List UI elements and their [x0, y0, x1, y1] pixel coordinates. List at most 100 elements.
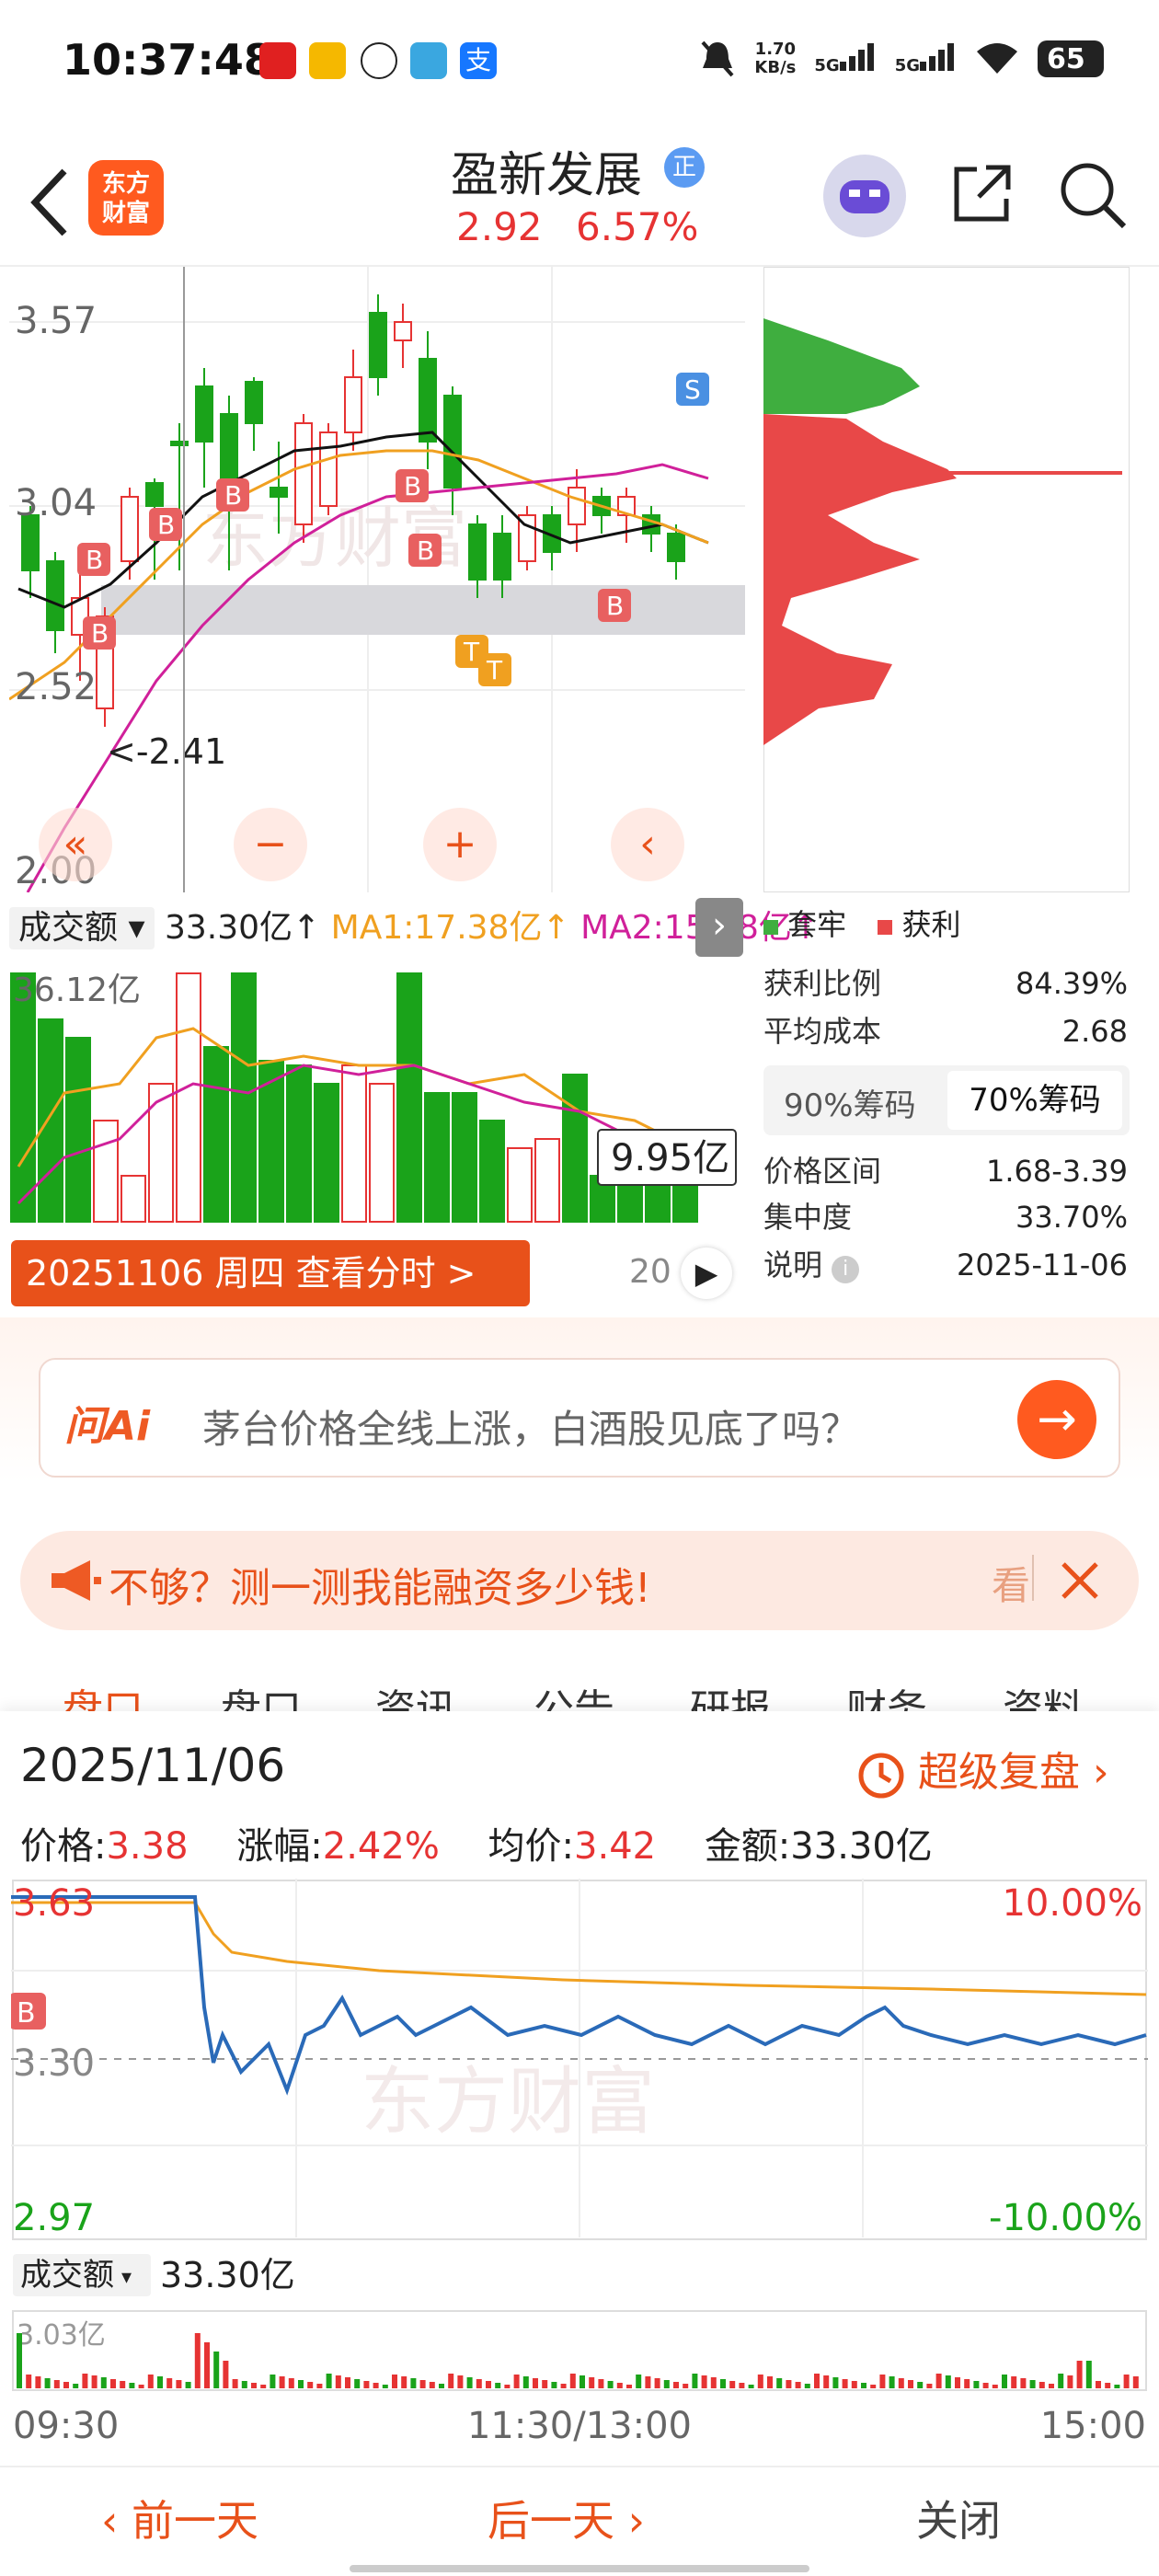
- candle-body: [245, 381, 263, 424]
- zoom-out-button[interactable]: −: [234, 808, 307, 881]
- ai-question-input[interactable]: 问Ai 茅台价格全线上涨，白酒股见底了吗？ →: [39, 1358, 1120, 1478]
- avg-cost-row: 平均成本 2.68: [763, 1014, 1128, 1049]
- intraday-volume-bar: [392, 2375, 397, 2388]
- intraday-volume-bar: [147, 2375, 154, 2388]
- scroll-left-button[interactable]: ‹: [611, 808, 684, 881]
- tab-90pct[interactable]: 90%筹码: [784, 1080, 916, 1125]
- svg-text:成交额: 成交额: [20, 2257, 114, 2294]
- tab-news[interactable]: 资讯: [375, 1676, 456, 1711]
- intraday-volume-bar: [363, 2381, 370, 2388]
- tab-70pct[interactable]: 70%筹码: [947, 1071, 1122, 1130]
- volume-tooltip: 9.95亿: [611, 1137, 729, 1179]
- close-icon[interactable]: [1060, 1560, 1100, 1601]
- intraday-volume-bar: [1049, 2384, 1054, 2388]
- intraday-volume-bar: [213, 2352, 220, 2388]
- intraday-volume-bar: [598, 2379, 604, 2388]
- prev-day-button[interactable]: ‹ 前一天: [101, 2488, 258, 2548]
- volume-bar: [93, 1120, 119, 1223]
- clock: 10:37:48: [63, 35, 273, 85]
- intraday-volume-bar: [486, 2381, 491, 2388]
- intraday-volume-bar: [316, 2384, 323, 2388]
- intraday-volume-bar: [879, 2375, 886, 2388]
- y-label-1: 3.57: [15, 300, 97, 342]
- expand-indicator-button[interactable]: ›: [695, 898, 743, 957]
- super-replay-link[interactable]: 超级复盘 ›: [855, 1739, 1109, 1800]
- replay-change: 2.42%: [322, 1825, 440, 1868]
- search-icon[interactable]: [1058, 160, 1128, 230]
- ai-submit-arrow-icon[interactable]: →: [1017, 1380, 1096, 1459]
- volume-bar: [341, 1064, 367, 1223]
- intraday-volume-bar: [580, 2375, 585, 2388]
- profit-swatch: [878, 920, 893, 935]
- kline-chart[interactable]: 东方财富 BBBBBBBTTS 3.57 3.04 2.52 2.00 <-2.…: [9, 267, 745, 892]
- price-range-row: 价格区间 1.68-3.39: [763, 1154, 1128, 1189]
- tab-finance[interactable]: 财务: [846, 1676, 927, 1711]
- intraday-volume-bar: [569, 2374, 576, 2388]
- intraday-volume-bar: [560, 2384, 567, 2388]
- chip-distribution-chart: [763, 267, 1130, 892]
- profit-ratio-row: 获利比例 84.39%: [763, 966, 1128, 1001]
- tab-research[interactable]: 研报: [690, 1676, 771, 1711]
- volume-bar: [176, 972, 201, 1223]
- intraday-volume-bar: [204, 2342, 210, 2388]
- next-day-button[interactable]: 后一天 ›: [488, 2488, 645, 2548]
- intraday-volume-bar: [63, 2382, 69, 2388]
- tab-pankou[interactable]: 盘口: [63, 1676, 143, 1711]
- info-tabs: 盘口 盘口 资讯 公告 研报 财务 资料: [0, 1647, 1159, 1711]
- intraday-volume-bar: [982, 2383, 989, 2388]
- volume-bar: [286, 1064, 312, 1223]
- intraday-volume-bar: [842, 2379, 848, 2388]
- intraday-volume-bar: [354, 2379, 361, 2388]
- intraday-volume-bar: [17, 2333, 22, 2388]
- next-date-button[interactable]: ▶: [681, 1248, 732, 1299]
- share-icon[interactable]: [949, 160, 1016, 226]
- signal-letter: B: [157, 510, 175, 540]
- close-button[interactable]: 关闭: [916, 2488, 1001, 2548]
- volume-bar: [562, 1074, 588, 1223]
- signal-letter: B: [91, 618, 109, 649]
- intraday-volume-bar: [129, 2383, 135, 2388]
- intraday-volume-bar: [795, 2382, 801, 2388]
- intraday-volume-bar: [82, 2374, 88, 2388]
- intraday-volume-bar: [466, 2377, 473, 2388]
- intraday-volume-bar: [889, 2376, 895, 2388]
- volume-selector[interactable]: 成交额 ▾: [9, 907, 155, 949]
- volume-bar: [396, 972, 422, 1223]
- promo-action[interactable]: 看: [992, 1555, 1030, 1611]
- volume-bar: [479, 1120, 505, 1223]
- ai-robot-avatar[interactable]: [823, 155, 906, 237]
- view-intraday-button[interactable]: 20251106 周四 查看分时 >: [11, 1240, 530, 1306]
- intraday-volume-bar: [870, 2385, 877, 2388]
- promo-banner[interactable]: 不够？测一测我能融资多少钱! 看: [20, 1531, 1139, 1630]
- intraday-volume-bar: [232, 2379, 238, 2388]
- intraday-volume-bar: [1096, 2381, 1101, 2388]
- signal-letter: S: [684, 374, 701, 405]
- intraday-volume-bar: [185, 2382, 191, 2388]
- tab-profile[interactable]: 资料: [1003, 1676, 1084, 1711]
- intraday-volume-bar: [729, 2381, 736, 2388]
- candle-body: [170, 441, 189, 446]
- tab-announce[interactable]: 公告: [534, 1676, 614, 1711]
- intraday-volume-bar: [513, 2375, 520, 2388]
- volume-chart: 36.12亿 9.95亿: [10, 972, 737, 1223]
- stock-header: 东方 财富 盈新发展 正 2.92 6.57%: [0, 129, 1159, 267]
- back-arrow-icon[interactable]: [28, 166, 74, 239]
- volume-value: 33.30亿↑: [164, 909, 321, 947]
- volume-bar: [452, 1092, 477, 1223]
- info-icon[interactable]: i: [832, 1256, 860, 1283]
- volume-bar: [120, 1175, 146, 1223]
- intraday-volume-bar: [1105, 2383, 1111, 2388]
- status-bar: 10:37:48 支 1.70 KB/s 5G 5G 65: [0, 0, 1159, 129]
- tab-2[interactable]: 盘口: [221, 1676, 302, 1711]
- intraday-volume-bars: [17, 2333, 1139, 2388]
- y-mid: 3.30: [13, 2042, 95, 2085]
- intraday-volume-bar: [260, 2385, 267, 2388]
- intraday-chart[interactable]: 东方财富 B 3.63 3.30 2.97 10.00% -10.00% 成交额…: [11, 1879, 1148, 2449]
- intraday-volume-bar: [748, 2385, 754, 2388]
- eastmoney-logo[interactable]: 东方 财富: [88, 160, 164, 236]
- scroll-left-fast-button[interactable]: «: [39, 808, 112, 881]
- zoom-in-button[interactable]: +: [423, 808, 497, 881]
- intraday-volume-bar: [935, 2374, 942, 2388]
- chip-legend: 套牢 获利: [763, 902, 961, 948]
- volume-bar: [65, 1037, 91, 1223]
